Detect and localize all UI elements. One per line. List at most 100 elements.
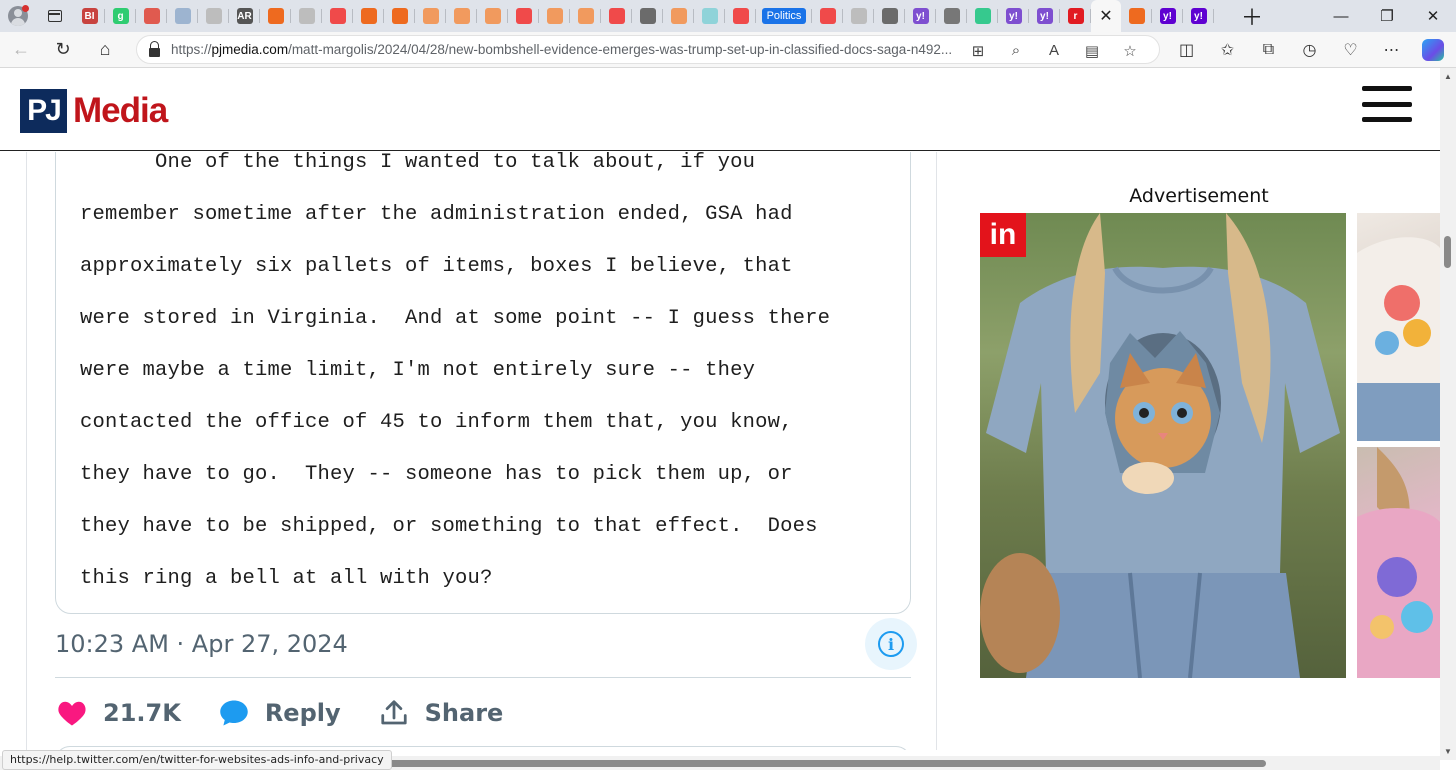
favorite-star-icon[interactable]: ☆ <box>1111 42 1149 60</box>
page-favicon <box>850 8 867 24</box>
scroll-down-icon[interactable]: ▼ <box>1444 747 1452 756</box>
browser-tab[interactable] <box>477 0 508 32</box>
split-screen-icon[interactable]: ◫ <box>1166 40 1207 60</box>
browser-tab[interactable] <box>291 0 322 32</box>
profile-avatar-icon[interactable] <box>0 0 36 32</box>
like-button[interactable]: 21.7K <box>57 699 181 727</box>
search-favicon <box>174 8 191 24</box>
tweet-timestamp[interactable]: 10:23 AM · Apr 27, 2024 <box>55 630 348 658</box>
bookmark-favicon <box>484 8 501 24</box>
minimize-icon[interactable]: — <box>1318 0 1364 32</box>
document-line: they have to go. They -- someone has to … <box>80 463 793 486</box>
browser-tab[interactable] <box>167 0 198 32</box>
vertical-scroll-thumb[interactable] <box>1444 236 1451 268</box>
copilot-icon[interactable] <box>1412 39 1453 61</box>
horizontal-scroll-thumb[interactable] <box>360 760 1266 767</box>
browser-tab[interactable] <box>632 0 663 32</box>
url-text[interactable]: https://pjmedia.com/matt-margolis/2024/0… <box>171 42 971 57</box>
back-icon[interactable]: ← <box>0 32 42 68</box>
menu-icon[interactable] <box>1362 86 1414 122</box>
browser-tab[interactable] <box>812 0 843 32</box>
tweet-image-document[interactable]: One of the things I wanted to talk about… <box>55 152 911 614</box>
browser-tab[interactable]: y! <box>905 0 936 32</box>
browser-tab[interactable] <box>967 0 998 32</box>
browser-tab[interactable]: r <box>1060 0 1091 32</box>
browser-tab[interactable]: y! <box>1152 0 1183 32</box>
like-count: 21.7K <box>103 699 181 727</box>
address-bar[interactable]: https://pjmedia.com/matt-margolis/2024/0… <box>136 35 1160 64</box>
read-aloud-icon[interactable]: A <box>1035 42 1073 59</box>
favorites-icon[interactable]: ✩ <box>1207 40 1248 60</box>
window-controls: ＋ — ❐ ✕ <box>1224 0 1456 32</box>
browser-tab[interactable] <box>539 0 570 32</box>
youtube-favicon <box>608 8 625 24</box>
refresh-icon[interactable]: ↻ <box>42 32 84 68</box>
document-line: remember sometime after the administrati… <box>80 203 793 226</box>
restore-icon[interactable]: ❐ <box>1364 0 1410 32</box>
browser-tab[interactable] <box>874 0 905 32</box>
browser-tab[interactable] <box>1121 0 1152 32</box>
browser-tab[interactable] <box>936 0 967 32</box>
tab-active[interactable]: ✕ <box>1091 0 1121 32</box>
ad-image-side-2[interactable] <box>1357 447 1440 678</box>
browser-tab[interactable]: y! <box>1029 0 1060 32</box>
browser-tab[interactable]: y! <box>998 0 1029 32</box>
ad-image-side-1[interactable] <box>1357 213 1440 441</box>
browser-essentials-icon[interactable]: ♡ <box>1330 40 1371 60</box>
close-tab-icon[interactable]: ✕ <box>1099 6 1112 26</box>
browser-tab[interactable] <box>843 0 874 32</box>
ad-brand-badge: in <box>980 213 1026 257</box>
bookmark-favicon <box>670 8 687 24</box>
browser-tab[interactable] <box>663 0 694 32</box>
embedded-tweet: One of the things I wanted to talk about… <box>26 152 937 750</box>
browser-tab[interactable] <box>136 0 167 32</box>
browser-tab[interactable] <box>725 0 756 32</box>
zoom-icon[interactable]: ⌕ <box>997 42 1035 59</box>
play-favicon <box>974 8 991 24</box>
status-bar-url: https://help.twitter.com/en/twitter-for-… <box>2 750 392 770</box>
yahoo-favicon: y! <box>912 8 929 24</box>
browser-tab[interactable]: y! <box>1183 0 1214 32</box>
immersive-reader-icon[interactable]: ▤ <box>1073 42 1111 60</box>
bookmark-favicon <box>267 8 284 24</box>
browser-tab[interactable] <box>415 0 446 32</box>
more-options-icon[interactable]: ⋯ <box>1371 40 1412 60</box>
app-grid-icon[interactable]: ⊞ <box>959 42 997 60</box>
home-icon[interactable]: ⌂ <box>84 32 126 68</box>
browser-tab[interactable] <box>198 0 229 32</box>
reply-button[interactable]: Reply <box>219 699 341 727</box>
browser-tab[interactable] <box>694 0 725 32</box>
lock-icon[interactable] <box>137 40 171 57</box>
site-header: PJ Media <box>0 68 1440 151</box>
logo-pj: PJ <box>20 89 67 133</box>
browser-tab[interactable] <box>446 0 477 32</box>
tab-list-3: y! y! <box>1121 0 1214 32</box>
collections-icon[interactable]: ⧉ <box>1248 41 1289 59</box>
share-icon <box>381 700 407 725</box>
vertical-scrollbar[interactable]: ▲ ▼ <box>1440 68 1456 760</box>
browser-tab[interactable] <box>322 0 353 32</box>
history-icon[interactable]: ◷ <box>1289 40 1330 60</box>
new-tab-icon[interactable]: ＋ <box>1224 0 1280 32</box>
browser-tab[interactable] <box>260 0 291 32</box>
scroll-up-icon[interactable]: ▲ <box>1444 72 1452 81</box>
share-button[interactable]: Share <box>379 698 503 728</box>
tab-actions-icon[interactable] <box>36 0 74 32</box>
close-window-icon[interactable]: ✕ <box>1410 0 1456 32</box>
document-line: One of the things I wanted to talk about… <box>80 152 756 174</box>
browser-tab[interactable] <box>570 0 601 32</box>
page-favicon <box>298 8 315 24</box>
pj-media-logo[interactable]: PJ Media <box>20 89 168 133</box>
bookmark-favicon <box>453 8 470 24</box>
browser-tab[interactable] <box>353 0 384 32</box>
bookmark-favicon <box>391 8 408 24</box>
tweet-info-button[interactable]: i <box>865 618 917 670</box>
browser-tab[interactable] <box>508 0 539 32</box>
tab-politics[interactable]: Politics <box>756 0 812 32</box>
browser-tab[interactable]: AR <box>229 0 260 32</box>
browser-tab[interactable]: g <box>105 0 136 32</box>
browser-tab[interactable]: BI <box>74 0 105 32</box>
browser-tab[interactable] <box>384 0 415 32</box>
browser-tab[interactable] <box>601 0 632 32</box>
ad-image-main[interactable]: in <box>980 213 1346 678</box>
